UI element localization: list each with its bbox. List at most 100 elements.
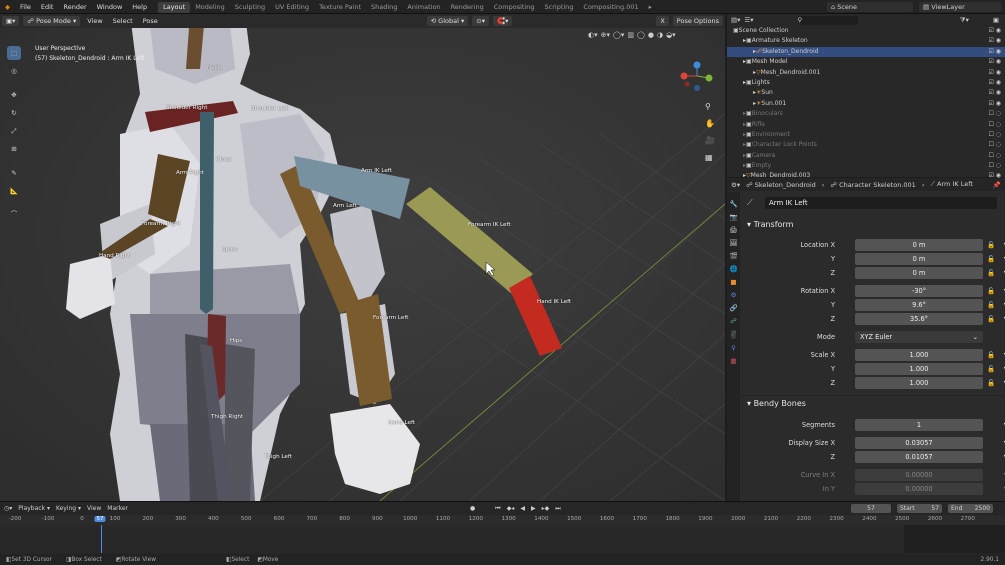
outliner-row[interactable]: ▸ ☍ Skeleton_Dendroid ☑ ◉ <box>727 46 1005 58</box>
tab-texture-paint[interactable]: Texture Paint <box>314 2 366 13</box>
lock-icon[interactable]: 🔓 <box>987 313 995 325</box>
lock-icon[interactable]: 🔓 <box>987 239 995 251</box>
pin-icon[interactable]: 📌 <box>993 181 1001 189</box>
menu-window[interactable]: Window <box>92 0 128 14</box>
move-tool-icon[interactable]: ✥ <box>7 88 21 102</box>
tab-modeling[interactable]: Modeling <box>190 2 230 13</box>
texture-tab-icon[interactable]: ▦ <box>730 357 736 365</box>
jump-start-icon[interactable]: ⏮ <box>495 505 500 513</box>
outliner-row[interactable]: ▸ ▣ Rifle ☐ ◌ <box>727 120 1005 130</box>
timeline-view-menu[interactable]: View <box>87 505 101 512</box>
play-reverse-icon[interactable]: ◀ <box>520 505 525 512</box>
visibility-eye-icon[interactable]: ☐ ◌ <box>988 120 1001 130</box>
segments-field[interactable]: 1 <box>855 419 983 431</box>
lock-icon[interactable]: 🔓 <box>987 267 995 279</box>
transform-tool-icon[interactable]: ⊞ <box>7 142 21 156</box>
cursor-tool-icon[interactable]: ◎ <box>7 64 21 78</box>
menu-file[interactable]: File <box>15 0 36 14</box>
bone-constraint-tab-icon[interactable]: ⚲ <box>731 344 736 352</box>
pan-hand-icon[interactable]: ✋ <box>705 119 719 128</box>
outliner-row[interactable]: ▸ ▣ Armature Skeleton ☑ ◉ <box>727 36 1005 46</box>
shading-material-icon[interactable]: ◑ <box>657 31 663 39</box>
visibility-icon[interactable]: ◐▾ <box>588 31 598 39</box>
outliner-row[interactable]: ▸ ▣ Character Lock Points ☐ ◌ <box>727 140 1005 150</box>
new-collection-icon[interactable]: ▣ <box>993 16 999 24</box>
render-tab-icon[interactable]: 📷 <box>729 213 737 221</box>
shading-wire-icon[interactable]: ◯ <box>637 31 645 39</box>
outliner-row[interactable]: ▸ ▣ Environment ☐ ◌ <box>727 130 1005 140</box>
marker-menu[interactable]: Marker <box>107 505 128 512</box>
breadcrumb-armature[interactable]: ☍ Skeleton_Dendroid <box>746 181 816 189</box>
visibility-eye-icon[interactable]: ☐ ◌ <box>988 161 1001 171</box>
location-x-field[interactable]: 0 m <box>855 239 983 251</box>
record-icon[interactable]: ● <box>470 505 475 512</box>
pose-mode-dropdown[interactable]: ☍ Pose Mode ▾ <box>23 16 81 26</box>
snap-icon[interactable]: 🧲▾ <box>492 16 513 26</box>
shading-solid-icon[interactable]: ● <box>648 31 654 39</box>
world-tab-icon[interactable]: 🌐 <box>729 265 737 273</box>
outliner-row[interactable]: ▸ ▣ Binoculars ☐ ◌ <box>727 109 1005 119</box>
keyframe-area[interactable] <box>0 525 1005 553</box>
object-tab-icon[interactable]: ■ <box>730 278 736 286</box>
bone-tab-icon[interactable]: ⟋ <box>731 330 736 339</box>
blender-logo-icon[interactable]: ◆ <box>0 0 15 14</box>
lock-icon[interactable]: 🔓 <box>987 349 995 361</box>
visibility-eye-icon[interactable]: ☐ ◌ <box>988 109 1001 119</box>
perspective-grid-icon[interactable]: ▦ <box>705 153 719 162</box>
location-z-field[interactable]: 0 m <box>855 267 983 279</box>
camera-view-icon[interactable]: 🎥 <box>705 136 719 145</box>
transform-panel-header[interactable]: ▾ Transform <box>747 220 793 229</box>
visibility-eye-icon[interactable]: ☑ ◉ <box>988 78 1001 88</box>
outliner-row[interactable]: ▣ Scene Collection ☑ ◉ <box>727 26 1005 36</box>
outliner-row[interactable]: ▸ ▣ Empty ☐ ◌ <box>727 161 1005 171</box>
rotation-mode-dropdown[interactable]: XYZ Euler ⌄ <box>855 331 983 343</box>
visibility-eye-icon[interactable]: ☑ ◉ <box>988 36 1001 46</box>
zoom-icon[interactable]: ⚲ <box>705 102 719 111</box>
annotate-tool-icon[interactable]: ✎ <box>7 166 21 180</box>
current-frame-marker[interactable]: 57 <box>94 516 106 522</box>
location-y-field[interactable]: 0 m <box>855 253 983 265</box>
display-mode-icon[interactable]: ☰▾ <box>744 16 753 24</box>
outliner-row[interactable]: ▸ ▣ Mesh Model ☑ ◉ <box>727 57 1005 67</box>
vp-menu-select[interactable]: Select <box>108 14 138 28</box>
keying-menu[interactable]: Keying ▾ <box>56 505 81 512</box>
outliner-row[interactable]: ▸ ▣ Camera ☐ ◌ <box>727 151 1005 161</box>
scene-selector[interactable]: ⌂ Scene <box>827 1 913 12</box>
filter-icon[interactable]: ⧩▾ <box>960 16 969 25</box>
lock-icon[interactable]: 🔓 <box>987 377 995 389</box>
visibility-eye-icon[interactable]: ☑ ◉ <box>988 26 1001 36</box>
display-size-x-field[interactable]: 0.03057 <box>855 437 983 449</box>
visibility-eye-icon[interactable]: ☑ ◉ <box>988 99 1001 109</box>
outliner-row[interactable]: ▸ ☀ Sun ☑ ◉ <box>727 88 1005 98</box>
outliner-search-input[interactable]: ⚲ <box>797 15 858 25</box>
end-frame-field[interactable]: End 2500 <box>948 504 993 513</box>
tab-compositing[interactable]: Compositing <box>489 2 540 13</box>
display-size-z-field[interactable]: 0.01057 <box>855 451 983 463</box>
vp-menu-view[interactable]: View <box>82 14 107 28</box>
rotation-x-field[interactable]: -30° <box>855 285 983 297</box>
lock-icon[interactable]: 🔓 <box>987 299 995 311</box>
overlay-icon[interactable]: ◯▾ <box>613 31 624 39</box>
breadcrumb-skeleton[interactable]: ☍ Character Skeleton.001 <box>830 181 915 189</box>
curve-in-x-field[interactable]: 0.00000 <box>855 469 983 481</box>
tab-uv-editing[interactable]: UV Editing <box>270 2 314 13</box>
vp-menu-pose[interactable]: Pose <box>138 14 163 28</box>
select-box-tool-icon[interactable]: ⬚ <box>7 46 21 60</box>
xray-icon[interactable]: ▥ <box>627 31 634 39</box>
view-layer-tab-icon[interactable]: 🖼 <box>729 239 737 247</box>
armature-data-tab-icon[interactable]: ☍ <box>730 317 737 325</box>
outliner-row[interactable]: ▸ ☀ Sun.001 ☑ ◉ <box>727 99 1005 109</box>
outliner-row[interactable]: ▸ ▽ Mesh_Dendroid.001 ☑ ◉ <box>727 68 1005 78</box>
visibility-eye-icon[interactable]: ☑ ◉ <box>988 47 1001 57</box>
rotate-tool-icon[interactable]: ↻ <box>7 106 21 120</box>
properties-editor-icon[interactable]: ⚙▾ <box>731 181 740 189</box>
scale-tool-icon[interactable]: ⤢ <box>7 124 21 138</box>
jump-end-icon[interactable]: ⏭ <box>555 505 560 513</box>
tab-animation[interactable]: Animation <box>402 2 445 13</box>
shading-rendered-icon[interactable]: ◒▾ <box>666 31 676 39</box>
scale-y-field[interactable]: 1.000 <box>855 363 983 375</box>
scale-z-field[interactable]: 1.000 <box>855 377 983 389</box>
curve-in-y-field[interactable]: 0.00000 <box>855 483 983 495</box>
jump-keyframe-forward-icon[interactable]: ▸◆ <box>542 505 550 512</box>
modifier-tab-icon[interactable]: ⚙ <box>731 291 737 299</box>
